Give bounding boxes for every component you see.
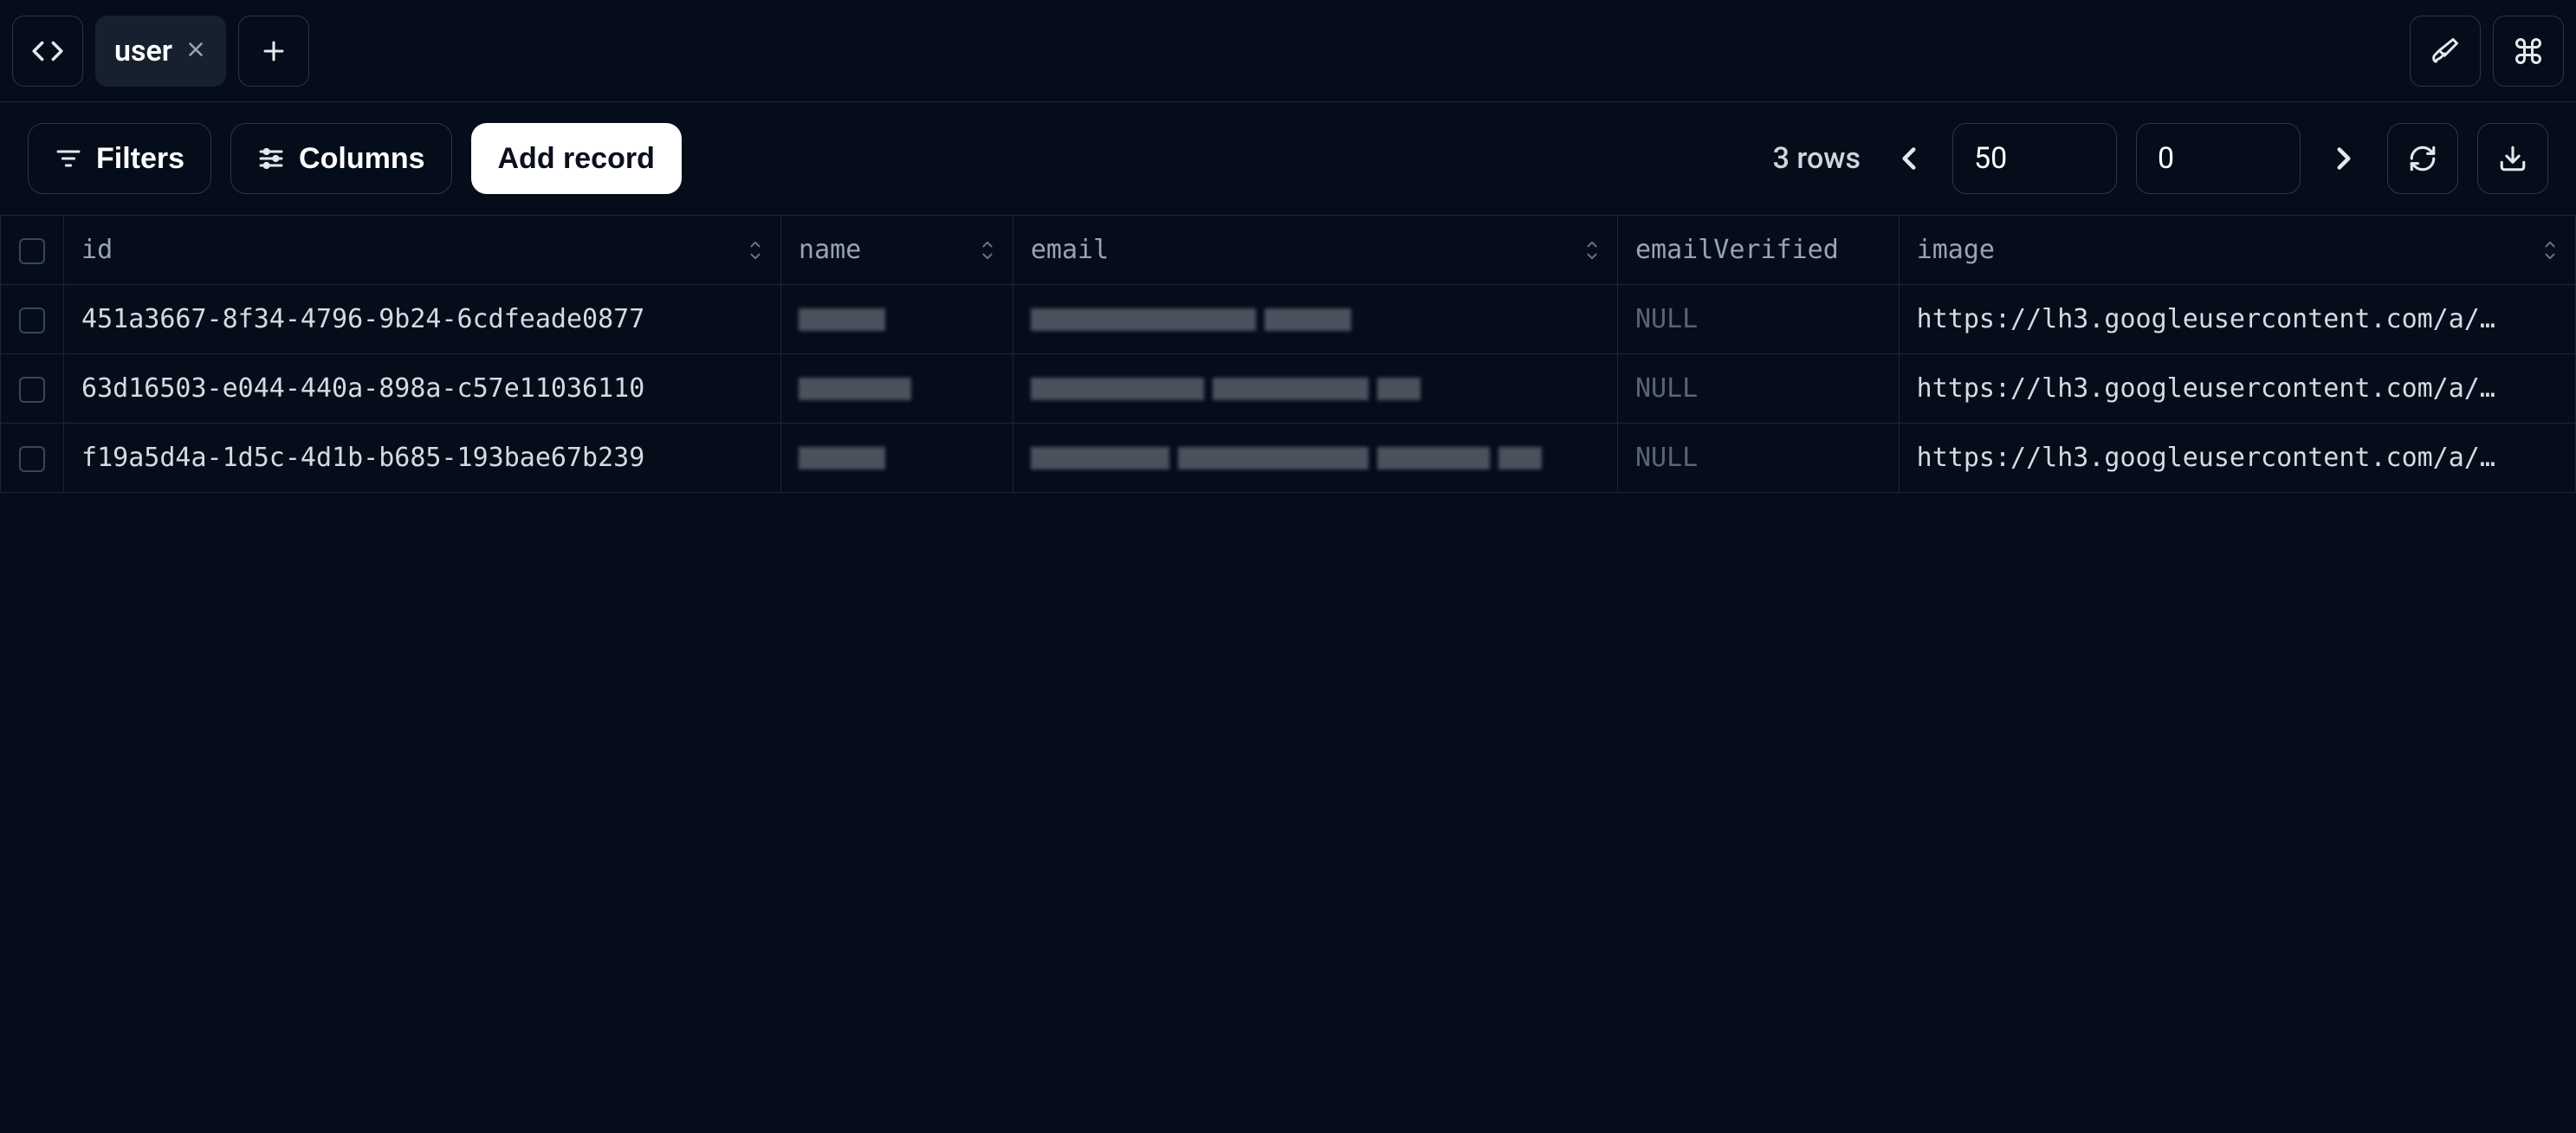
- sort-icon: [978, 238, 997, 262]
- sort-image[interactable]: [2540, 238, 2560, 262]
- cell-image[interactable]: https://lh3.googleusercontent.com/a/…: [1899, 285, 2575, 354]
- column-header-email[interactable]: email: [1013, 216, 1617, 285]
- row-count: 3 rows: [1773, 141, 1861, 176]
- sort-icon: [2540, 238, 2560, 262]
- new-tab-button[interactable]: [238, 16, 309, 87]
- table-row[interactable]: 63d16503-e044-440a-898a-c57e11036110 NUL…: [1, 354, 2576, 424]
- download-button[interactable]: [2477, 123, 2548, 194]
- tab-bar: user: [0, 0, 2576, 102]
- select-all-checkbox[interactable]: [19, 238, 45, 264]
- tab-user[interactable]: user: [95, 16, 226, 87]
- chevron-left-icon: [1891, 140, 1927, 177]
- redacted-content: [1031, 447, 1600, 469]
- row-checkbox[interactable]: [19, 377, 45, 403]
- sort-email[interactable]: [1582, 238, 1602, 262]
- columns-button[interactable]: Columns: [230, 123, 451, 194]
- next-page-button[interactable]: [2320, 134, 2368, 183]
- tab-close-button[interactable]: [184, 34, 207, 68]
- add-record-label: Add record: [498, 142, 655, 176]
- column-header-emailverified[interactable]: emailVerified: [1617, 216, 1899, 285]
- redacted-content: [799, 308, 995, 331]
- cell-image[interactable]: https://lh3.googleusercontent.com/a/…: [1899, 424, 2575, 493]
- cell-email[interactable]: [1013, 424, 1617, 493]
- table-row[interactable]: f19a5d4a-1d5c-4d1b-b685-193bae67b239 NUL…: [1, 424, 2576, 493]
- cell-name[interactable]: [781, 354, 1013, 424]
- redacted-content: [799, 447, 995, 469]
- filter-icon: [55, 145, 82, 172]
- plus-icon: [259, 36, 288, 66]
- redacted-content: [799, 378, 995, 400]
- table-row[interactable]: 451a3667-8f34-4796-9b24-6cdfeade0877 NUL…: [1, 285, 2576, 354]
- cell-name[interactable]: [781, 285, 1013, 354]
- cell-id[interactable]: f19a5d4a-1d5c-4d1b-b685-193bae67b239: [64, 424, 781, 493]
- close-icon: [184, 38, 207, 61]
- refresh-icon: [2408, 144, 2437, 173]
- cell-email[interactable]: [1013, 285, 1617, 354]
- row-checkbox[interactable]: [19, 446, 45, 472]
- row-checkbox[interactable]: [19, 308, 45, 333]
- refresh-button[interactable]: [2387, 123, 2458, 194]
- prev-page-button[interactable]: [1885, 134, 1933, 183]
- tab-label: user: [114, 34, 172, 68]
- cell-id[interactable]: 63d16503-e044-440a-898a-c57e11036110: [64, 354, 781, 424]
- sort-name[interactable]: [978, 238, 997, 262]
- columns-label: Columns: [299, 142, 424, 176]
- download-icon: [2498, 144, 2527, 173]
- cell-emailverified[interactable]: NULL: [1617, 354, 1899, 424]
- sort-icon: [746, 238, 765, 262]
- table-header-row: id name email emailVerified: [1, 216, 2576, 285]
- add-record-button[interactable]: Add record: [471, 123, 682, 194]
- offset-input[interactable]: [2136, 123, 2301, 194]
- column-header-id[interactable]: id: [64, 216, 781, 285]
- sliders-icon: [257, 145, 285, 172]
- data-table: id name email emailVerified: [0, 215, 2576, 493]
- filters-button[interactable]: Filters: [28, 123, 211, 194]
- sort-icon: [1582, 238, 1602, 262]
- column-header-image[interactable]: image: [1899, 216, 2575, 285]
- select-all-header: [1, 216, 64, 285]
- cell-name[interactable]: [781, 424, 1013, 493]
- cell-emailverified[interactable]: NULL: [1617, 424, 1899, 493]
- toolbar: Filters Columns Add record 3 rows: [0, 102, 2576, 215]
- code-icon: [31, 35, 64, 68]
- redacted-content: [1031, 308, 1600, 331]
- cell-email[interactable]: [1013, 354, 1617, 424]
- paint-button[interactable]: [2410, 16, 2481, 87]
- code-view-button[interactable]: [12, 16, 83, 87]
- cell-image[interactable]: https://lh3.googleusercontent.com/a/…: [1899, 354, 2575, 424]
- sort-id[interactable]: [746, 238, 765, 262]
- chevron-right-icon: [2326, 140, 2362, 177]
- redacted-content: [1031, 378, 1600, 400]
- command-icon: [2513, 36, 2544, 67]
- filters-label: Filters: [96, 142, 184, 176]
- command-palette-button[interactable]: [2493, 16, 2564, 87]
- column-header-name[interactable]: name: [781, 216, 1013, 285]
- cell-emailverified[interactable]: NULL: [1617, 285, 1899, 354]
- cell-id[interactable]: 451a3667-8f34-4796-9b24-6cdfeade0877: [64, 285, 781, 354]
- paintbrush-icon: [2430, 36, 2461, 67]
- page-size-input[interactable]: [1952, 123, 2117, 194]
